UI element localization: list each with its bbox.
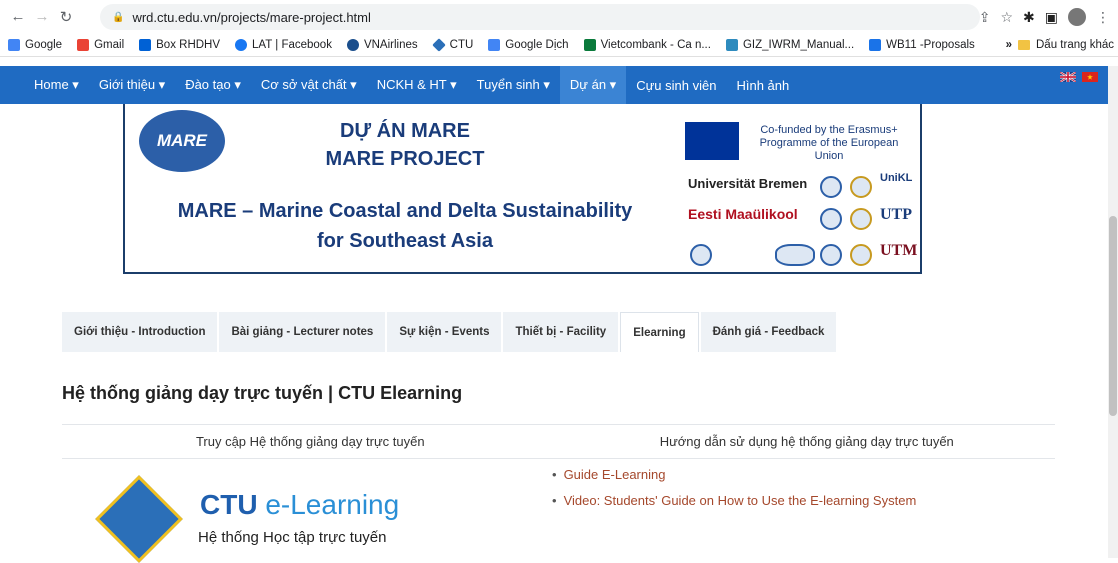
uk-flag-icon[interactable] (1060, 72, 1076, 82)
url-text: wrd.ctu.edu.vn/projects/mare-project.htm… (132, 9, 371, 25)
back-icon[interactable]: ← (6, 5, 30, 29)
giz-icon (725, 38, 738, 51)
partner-seal-icon (820, 176, 842, 198)
site-navbar: Home ▾ Giới thiệu ▾ Đào tạo ▾ Cơ sở vật … (0, 66, 1118, 104)
lock-icon: 🔒 (112, 11, 125, 23)
nav-du-an[interactable]: Dự án ▾ (559, 66, 627, 104)
ctu-brand-text: CTU e-Learning (200, 489, 400, 520)
star-icon[interactable]: ☆ (1000, 9, 1013, 26)
bookmark-overflow-icon[interactable]: » (1006, 39, 1012, 51)
nav-hinh-anh[interactable]: Hình ảnh (726, 66, 799, 104)
link-video-guide[interactable]: Video: Students' Guide on How to Use the… (552, 493, 917, 508)
eu-flag-icon (685, 122, 739, 160)
partner-seal-icon (850, 176, 872, 198)
nav-co-so-vat-chat[interactable]: Cơ sở vật chất ▾ (251, 66, 367, 104)
tab-lecturer-notes[interactable]: Bài giảng - Lecturer notes (219, 312, 386, 352)
browser-toolbar: ← → ↻ 🔒 wrd.ctu.edu.vn/projects/mare-pro… (0, 0, 1118, 33)
page-scrollbar[interactable] (1108, 66, 1118, 558)
link-guide-elearning[interactable]: Guide E-Learning (552, 467, 916, 482)
banner-title-en: MARE PROJECT (325, 148, 485, 170)
partner-utp: UTP (880, 206, 912, 223)
forward-icon[interactable]: → (30, 5, 54, 29)
bookmark-google[interactable]: Google (0, 38, 69, 51)
nav-tuyen-sinh[interactable]: Tuyển sinh ▾ (467, 66, 560, 104)
folder-icon (1018, 40, 1030, 50)
vnairlines-icon (346, 38, 359, 51)
bookmark-ctu[interactable]: CTU (425, 37, 481, 52)
bookmark-giz[interactable]: GIZ_IWRM_Manual... (718, 38, 861, 51)
tab-feedback[interactable]: Đánh giá - Feedback (700, 312, 837, 352)
tab-elearning[interactable]: Elearning (620, 312, 699, 352)
ctu-tagline: Hệ thống Học tập trực tuyến (198, 529, 387, 546)
bookmark-vnairlines[interactable]: VNAirlines (339, 38, 425, 51)
partner-bremen: Universität Bremen (688, 176, 808, 191)
ctu-emblem-icon (95, 475, 183, 563)
column-header-guide: Hướng dẫn sử dụng hệ thống giảng dạy trự… (659, 434, 954, 449)
translate-icon (488, 38, 501, 51)
scrollbar-thumb[interactable] (1109, 216, 1117, 416)
extensions-icon[interactable]: ✱ (1023, 9, 1035, 26)
avatar[interactable] (1068, 8, 1086, 26)
banner-subtitle-line1: MARE – Marine Coastal and Delta Sustaina… (177, 200, 633, 222)
sheet-icon (869, 38, 882, 51)
nav-cuu-sinh-vien[interactable]: Cựu sinh viên (626, 66, 726, 104)
nav-gioi-thieu[interactable]: Giới thiệu ▾ (89, 66, 175, 104)
section-title: Hệ thống giảng dạy trực tuyến | CTU Elea… (62, 383, 463, 403)
bookmark-gmail[interactable]: Gmail (69, 38, 131, 51)
tab-facility[interactable]: Thiết bị - Facility (503, 312, 619, 352)
nav-dao-tao[interactable]: Đào tạo ▾ (175, 66, 251, 104)
tab-events[interactable]: Sự kiện - Events (387, 312, 502, 352)
partner-seal-icon (820, 208, 842, 230)
facebook-icon (235, 38, 248, 51)
partner-seal-icon (690, 244, 712, 266)
erasmus-text: Co-funded by the Erasmus+ Programme of t… (759, 124, 899, 162)
partner-utm: UTM (880, 242, 918, 259)
vietcombank-icon (583, 38, 596, 51)
partner-seal-icon (820, 244, 842, 266)
bookmark-wb11[interactable]: WB11 -Proposals (861, 38, 982, 51)
bookmark-vietcombank[interactable]: Vietcombank - Ca n... (576, 38, 718, 51)
gmail-icon (77, 38, 90, 51)
partner-eesti: Eesti Maaülikool (688, 206, 798, 222)
partner-seal-icon (850, 244, 872, 266)
other-bookmarks[interactable]: Dấu trang khác (1036, 39, 1114, 51)
tab-introduction[interactable]: Giới thiệu - Introduction (62, 312, 218, 352)
address-bar[interactable]: 🔒 wrd.ctu.edu.vn/projects/mare-project.h… (100, 4, 980, 30)
nav-nckh-ht[interactable]: NCKH & HT ▾ (367, 66, 467, 104)
partner-seal-icon (850, 208, 872, 230)
guide-links: Guide E-Learning Video: Students' Guide … (552, 467, 917, 519)
partner-unikl: UniKL (880, 172, 913, 184)
menu-icon[interactable]: ⋮ (1096, 9, 1110, 26)
bookmark-facebook[interactable]: LAT | Facebook (227, 38, 339, 51)
bookmark-google-dich[interactable]: Google Dịch (480, 38, 575, 51)
column-header-access: Truy cập Hệ thống giảng dạy trực tuyến (195, 434, 425, 449)
partner-seal-icon (775, 244, 815, 266)
google-icon (8, 38, 20, 51)
project-tabs: Giới thiệu - Introduction Bài giảng - Le… (62, 312, 837, 352)
tab-icon[interactable]: ▣ (1045, 9, 1058, 26)
bookmarks-bar: Google Gmail Box RHDHV LAT | Facebook VN… (0, 33, 1118, 57)
banner-subtitle-line2: for Southeast Asia (317, 230, 493, 252)
nav-home[interactable]: Home ▾ (24, 66, 89, 104)
project-banner: MARE DỰ ÁN MARE MARE PROJECT MARE – Mari… (123, 104, 922, 274)
banner-title-vi: DỰ ÁN MARE (340, 120, 470, 142)
box-icon (139, 38, 152, 51)
ctu-icon (431, 37, 446, 52)
bookmark-box[interactable]: Box RHDHV (131, 38, 227, 51)
reload-icon[interactable]: ↻ (54, 5, 78, 29)
vietnam-flag-icon[interactable] (1082, 72, 1098, 82)
table-header: Truy cập Hệ thống giảng dạy trực tuyến H… (62, 424, 1055, 459)
share-icon[interactable]: ⇪ (979, 9, 991, 26)
